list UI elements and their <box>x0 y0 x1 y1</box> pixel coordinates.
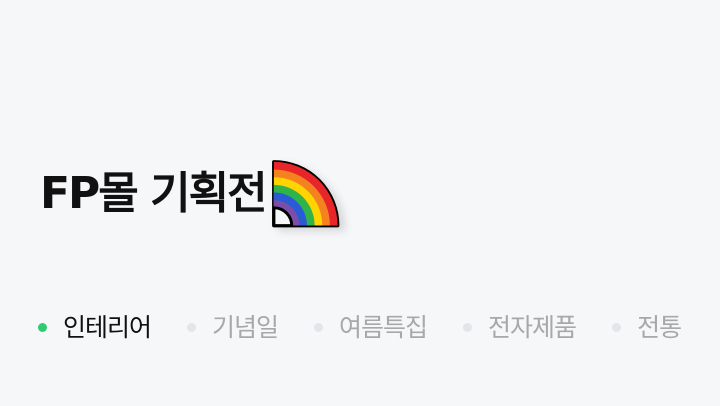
tab-traditional[interactable]: 전통 <box>612 312 682 342</box>
rainbow-icon <box>271 160 339 228</box>
category-tabs: 인테리어 기념일 여름특집 전자제품 전통 <box>38 307 720 347</box>
tab-label: 여름특집 <box>339 312 428 342</box>
tab-label: 인테리어 <box>63 312 152 342</box>
tab-electronics[interactable]: 전자제품 <box>463 312 577 342</box>
tab-dot <box>612 322 622 332</box>
tab-active-dot <box>38 322 47 332</box>
tab-dot <box>314 322 324 332</box>
tab-interior[interactable]: 인테리어 <box>38 312 152 342</box>
page-title: FP몰 기획전 <box>40 168 268 219</box>
title-row: FP몰 기획전 <box>40 150 342 230</box>
tab-anniversary[interactable]: 기념일 <box>187 312 279 342</box>
tab-label: 기념일 <box>212 312 279 342</box>
tab-summer-special[interactable]: 여름특집 <box>314 312 428 342</box>
tab-label: 전자제품 <box>488 312 577 342</box>
tab-dot <box>187 322 197 332</box>
tab-dot <box>463 322 473 332</box>
tab-label: 전통 <box>637 312 682 342</box>
